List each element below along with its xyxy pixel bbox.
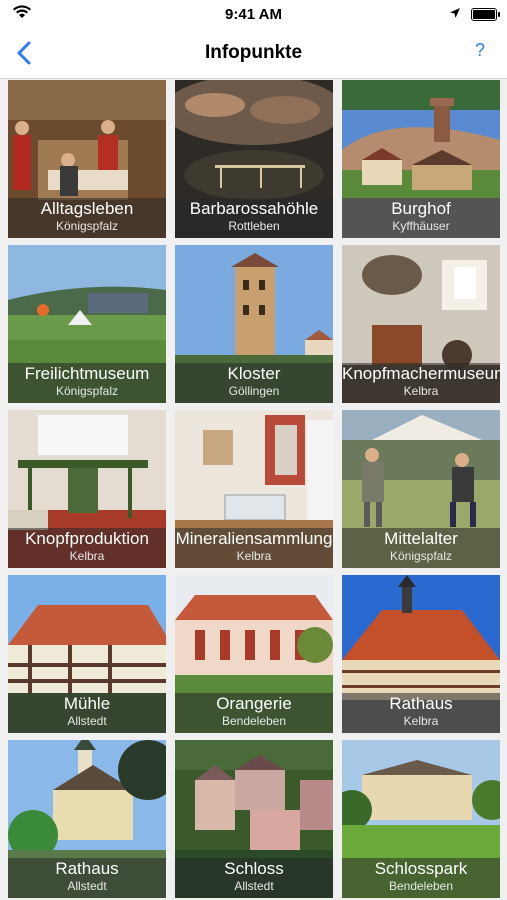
- tile-title: Rathaus: [55, 859, 119, 878]
- tile-mineraliensammlung[interactable]: Mineraliensammlung Kelbra: [175, 410, 333, 568]
- tile-title: Burghof: [391, 199, 451, 218]
- tile-caption: Freilichtmuseum Königspfalz: [8, 363, 166, 403]
- tile-alltagsleben[interactable]: Alltagsleben Königspfalz: [8, 80, 166, 238]
- tile-caption: Barbarossahöhle Rottleben: [175, 198, 333, 238]
- tile-knopfproduktion[interactable]: Knopfproduktion Kelbra: [8, 410, 166, 568]
- tile-kloster[interactable]: Kloster Göllingen: [175, 245, 333, 403]
- tile-title: Alltagsleben: [40, 199, 134, 218]
- tile-title: Knopfmachermuseum: [342, 364, 500, 383]
- tile-title: Rathaus: [389, 694, 453, 713]
- tile-schlosspark[interactable]: Schlosspark Bendeleben: [342, 740, 500, 898]
- tile-caption: Rathaus Allstedt: [8, 858, 166, 898]
- location-arrow-icon: [449, 6, 461, 23]
- infopoint-grid: Alltagsleben Königspfalz Barbarossahöhle…: [0, 79, 507, 900]
- tile-title: Knopfproduktion: [25, 529, 149, 548]
- tile-subtitle: Kelbra: [403, 384, 439, 398]
- tile-rathaus-allstedt[interactable]: Rathaus Allstedt: [8, 740, 166, 898]
- tile-caption: Knopfproduktion Kelbra: [8, 528, 166, 568]
- tile-subtitle: Kelbra: [69, 549, 105, 563]
- tile-title: Freilichtmuseum: [24, 364, 150, 383]
- status-bar: 9:41 AM: [0, 0, 507, 28]
- tile-caption: Schlosspark Bendeleben: [342, 858, 500, 898]
- tile-title: Barbarossahöhle: [189, 199, 319, 218]
- tile-mittelalter[interactable]: Mittelalter Königspfalz: [342, 410, 500, 568]
- tile-caption: Schloss Allstedt: [175, 858, 333, 898]
- tile-title: Mittelalter: [384, 529, 458, 548]
- tile-subtitle: Allstedt: [67, 879, 107, 893]
- back-button[interactable]: [10, 38, 40, 68]
- navigation-bar: Infopunkte ?: [0, 28, 507, 79]
- tile-title: Schlosspark: [374, 859, 468, 878]
- tile-caption: Alltagsleben Königspfalz: [8, 198, 166, 238]
- tile-subtitle: Königspfalz: [389, 549, 453, 563]
- tile-orangerie[interactable]: Orangerie Bendeleben: [175, 575, 333, 733]
- tile-caption: Knopfmachermuseum Kelbra: [342, 363, 500, 403]
- battery-icon: [471, 8, 500, 21]
- page-title: Infopunkte: [204, 42, 303, 63]
- tile-subtitle: Bendeleben: [221, 714, 287, 728]
- tile-subtitle: Kyffhäuser: [392, 219, 450, 233]
- tile-caption: Mühle Allstedt: [8, 693, 166, 733]
- tile-subtitle: Kelbra: [236, 549, 272, 563]
- tile-subtitle: Göllingen: [228, 384, 280, 398]
- help-button[interactable]: ?: [475, 40, 485, 61]
- status-time: 9:41 AM: [225, 5, 282, 23]
- tile-muehle[interactable]: Mühle Allstedt: [8, 575, 166, 733]
- tile-barbarossahoehle[interactable]: Barbarossahöhle Rottleben: [175, 80, 333, 238]
- tile-subtitle: Rottleben: [228, 219, 280, 233]
- tile-rathaus-kelbra[interactable]: Rathaus Kelbra: [342, 575, 500, 733]
- tile-subtitle: Allstedt: [67, 714, 107, 728]
- tile-subtitle: Königspfalz: [55, 219, 119, 233]
- tile-title: Mineraliensammlung: [175, 529, 333, 548]
- tile-caption: Burghof Kyffhäuser: [342, 198, 500, 238]
- tile-subtitle: Königspfalz: [55, 384, 119, 398]
- tile-caption: Mittelalter Königspfalz: [342, 528, 500, 568]
- tile-caption: Kloster Göllingen: [175, 363, 333, 403]
- tile-caption: Mineraliensammlung Kelbra: [175, 528, 333, 568]
- tile-title: Orangerie: [216, 694, 292, 713]
- chevron-left-icon: [17, 41, 31, 65]
- tile-title: Schloss: [224, 859, 284, 878]
- wifi-icon: [12, 4, 32, 24]
- tile-subtitle: Kelbra: [403, 714, 439, 728]
- tile-burghof[interactable]: Burghof Kyffhäuser: [342, 80, 500, 238]
- tile-title: Mühle: [63, 694, 111, 713]
- tile-freilichtmuseum[interactable]: Freilichtmuseum Königspfalz: [8, 245, 166, 403]
- tile-knopfmachermuseum[interactable]: Knopfmachermuseum Kelbra: [342, 245, 500, 403]
- tile-subtitle: Bendeleben: [388, 879, 454, 893]
- tile-subtitle: Allstedt: [234, 879, 274, 893]
- tile-caption: Rathaus Kelbra: [342, 693, 500, 733]
- tile-caption: Orangerie Bendeleben: [175, 693, 333, 733]
- tile-schloss[interactable]: Schloss Allstedt: [175, 740, 333, 898]
- tile-title: Kloster: [227, 364, 281, 383]
